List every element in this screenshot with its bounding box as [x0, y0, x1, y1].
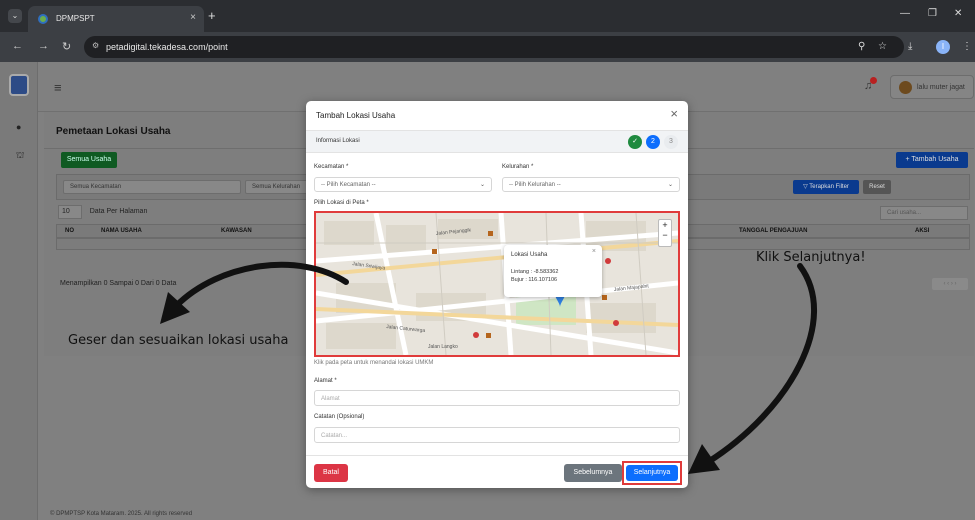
tab-close-icon[interactable]: ×: [190, 12, 196, 23]
kelurahan-select[interactable]: -- Pilih Kelurahan -- ⌄: [502, 177, 680, 192]
reload-icon[interactable]: ↻: [62, 40, 71, 53]
popup-close-icon[interactable]: ×: [592, 248, 596, 255]
all-business-button[interactable]: Semua Usaha: [61, 152, 117, 168]
back-icon[interactable]: ←: [12, 40, 23, 52]
column-header: TANGGAL PENGAJUAN: [739, 228, 808, 234]
catatan-label: Catatan (Opsional): [314, 414, 365, 420]
modal-footer: Batal Sebelumnya Selanjutnya: [306, 455, 688, 488]
map-tiles: Jalan Pejanggik Jalan Caturwarga Jalan L…: [316, 213, 678, 355]
popup-latitude: Lintang : -8.583362: [511, 269, 559, 275]
sidebar: ● ⛫: [0, 62, 38, 520]
zoom-out-icon[interactable]: −: [659, 230, 671, 240]
per-page-value: 10: [62, 208, 70, 215]
avatar: [899, 81, 912, 94]
next-button-highlight: Selanjutnya: [622, 461, 682, 485]
kelurahan-label: Kelurahan *: [502, 164, 534, 170]
tab-title: DPMPSPT: [56, 14, 95, 23]
kelurahan-select-value: -- Pilih Kelurahan --: [509, 182, 561, 188]
hamburger-menu-icon[interactable]: ≡: [54, 80, 62, 95]
zoom-in-icon[interactable]: +: [659, 220, 671, 230]
zoom-icon[interactable]: ⚲: [858, 41, 865, 52]
alamat-field[interactable]: Alamat: [314, 390, 680, 406]
download-icon[interactable]: ⤓: [908, 41, 912, 52]
modal-close-icon[interactable]: ×: [670, 106, 678, 121]
footer-text: © DPMPTSP Kota Mataram. 2025. All rights…: [50, 511, 193, 517]
browser-address-bar: ← → ↻ ⚙ petadigital.tekadesa.com/point ⚲…: [0, 32, 975, 62]
forward-icon[interactable]: →: [38, 40, 49, 52]
notification-badge: [870, 77, 877, 84]
chevron-down-icon: ⌄: [479, 182, 485, 188]
app-logo: [9, 74, 29, 96]
next-button[interactable]: Selanjutnya: [626, 465, 678, 481]
pagination[interactable]: ‹ ‹ › ›: [932, 278, 968, 290]
map-caption: Klik pada peta untuk menandai lokasi UMK…: [314, 360, 434, 366]
add-business-button[interactable]: + Tambah Usaha: [896, 152, 968, 168]
kecamatan-select[interactable]: -- Pilih Kecamatan -- ⌄: [314, 177, 492, 192]
reset-button[interactable]: Reset: [863, 180, 891, 194]
sidebar-map-icon[interactable]: ⛫: [16, 150, 24, 162]
per-page-control: 10 Data Per Halaman: [58, 208, 147, 215]
popup-title: Lokasi Usaha: [511, 252, 548, 258]
chevron-down-icon: ⌄: [667, 182, 673, 188]
map-popup: Lokasi Usaha × Lintang : -8.583362 Bujur…: [504, 245, 602, 297]
column-header: AKSI: [915, 228, 930, 234]
popup-longitude: Bujur : 116.107106: [511, 277, 558, 283]
apply-filter-button[interactable]: ▽ Terapkan Filter: [793, 180, 859, 194]
cancel-button[interactable]: Batal: [314, 464, 348, 482]
step-indicator-bar: Informasi Lokasi ✓ 2 3: [306, 131, 688, 153]
window-close-icon[interactable]: ✕: [954, 8, 962, 19]
browser-tab-bar: ⌄ DPMPSPT × + — ❐ ✕: [0, 0, 975, 32]
kelurahan-filter-select[interactable]: Semua Kelurahan: [245, 180, 309, 194]
modal-header: Tambah Lokasi Usaha ×: [306, 101, 688, 131]
previous-button[interactable]: Sebelumnya: [564, 464, 622, 482]
user-name: lalu muter jagat: [917, 84, 965, 91]
profile-avatar[interactable]: I: [936, 40, 950, 54]
modal-title: Tambah Lokasi Usaha: [316, 111, 396, 120]
kecamatan-filter-select[interactable]: Semua Kecamatan: [63, 180, 241, 194]
site-favicon-icon: [38, 14, 48, 24]
browser-tab[interactable]: DPMPSPT ×: [28, 6, 204, 32]
step-3-pending: 3: [664, 135, 678, 149]
kecamatan-filter-value: Semua Kecamatan: [70, 184, 122, 190]
add-location-modal: Tambah Lokasi Usaha × Informasi Lokasi ✓…: [306, 101, 688, 488]
step-2-active: 2: [646, 135, 660, 149]
alamat-label: Alamat *: [314, 378, 337, 384]
column-header: KAWASAN: [221, 228, 252, 234]
url-text: petadigital.tekadesa.com/point: [106, 42, 228, 52]
user-menu[interactable]: lalu muter jagat: [890, 75, 974, 99]
map-street-label: Jalan Langko: [428, 344, 458, 350]
location-map[interactable]: Jalan Pejanggik Jalan Caturwarga Jalan L…: [314, 211, 680, 357]
site-info-icon[interactable]: ⚙: [92, 41, 102, 53]
minimize-icon[interactable]: —: [900, 8, 910, 19]
search-input[interactable]: Cari usaha...: [880, 206, 968, 220]
page-title: Pemetaan Lokasi Usaha: [56, 126, 171, 137]
per-page-label: Data Per Halaman: [89, 208, 148, 215]
sidebar-dashboard-icon[interactable]: ●: [16, 122, 21, 132]
restore-icon[interactable]: ❐: [928, 8, 937, 19]
table-summary: Menampilkan 0 Sampai 0 Dari 0 Data: [60, 280, 177, 287]
kelurahan-filter-value: Semua Kelurahan: [252, 184, 301, 190]
column-header: NO: [65, 228, 74, 234]
map-zoom-control[interactable]: + −: [658, 219, 672, 247]
annotation-next-note: Klik Selanjutnya!: [756, 250, 866, 265]
column-header: NAMA USAHA: [101, 228, 142, 234]
url-field[interactable]: ⚙ petadigital.tekadesa.com/point: [84, 36, 904, 58]
catatan-field[interactable]: Catatan...: [314, 427, 680, 443]
kecamatan-select-value: -- Pilih Kecamatan --: [321, 182, 376, 188]
annotation-drag-note: Geser dan sesuaikan lokasi usaha: [68, 333, 289, 348]
kecamatan-label: Kecamatan *: [314, 164, 349, 170]
browser-menu-icon[interactable]: ⋮: [962, 41, 972, 52]
new-tab-button[interactable]: +: [208, 8, 216, 23]
step-section-label: Informasi Lokasi: [316, 138, 360, 144]
tab-search-icon[interactable]: ⌄: [8, 9, 22, 23]
bookmark-star-icon[interactable]: ☆: [878, 41, 887, 52]
map-label: Pilih Lokasi di Peta *: [314, 200, 369, 206]
step-1-complete-icon: ✓: [628, 135, 642, 149]
